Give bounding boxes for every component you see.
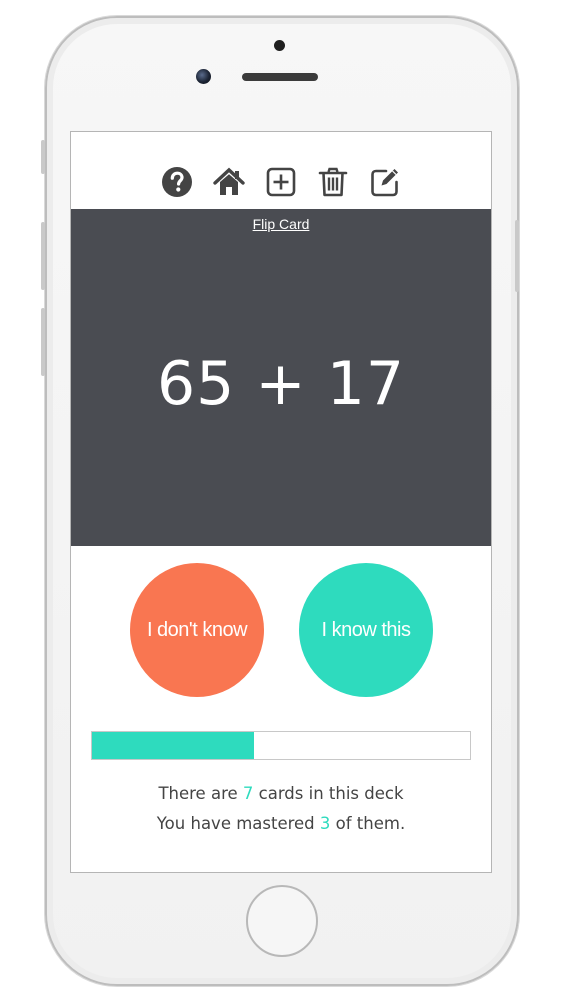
card-count-value: 7 (242, 784, 254, 803)
flashcard[interactable]: Flip Card 65 + 17 (71, 209, 491, 546)
card-count-prefix: There are (158, 784, 243, 803)
side-button-power (515, 220, 519, 292)
mastery-progress-bar (91, 731, 471, 760)
proximity-sensor (274, 40, 285, 51)
know-this-button[interactable]: I know this (299, 563, 433, 697)
front-camera (196, 69, 211, 84)
add-icon[interactable] (264, 165, 298, 199)
trash-icon[interactable] (316, 165, 350, 199)
earpiece-speaker (242, 73, 318, 81)
card-count-suffix: cards in this deck (253, 784, 404, 803)
dont-know-button[interactable]: I don't know (130, 563, 264, 697)
toolbar (71, 162, 491, 202)
flip-card-link[interactable]: Flip Card (71, 216, 491, 232)
side-button-volume-up (41, 222, 45, 290)
side-button-mute (41, 140, 45, 174)
progress-fill (92, 732, 254, 759)
help-icon[interactable] (160, 165, 194, 199)
mastered-suffix: of them. (330, 814, 406, 833)
deck-stats: There are 7 cards in this deck You have … (71, 779, 491, 839)
card-question: 65 + 17 (156, 349, 406, 419)
card-count-line: There are 7 cards in this deck (71, 779, 491, 809)
home-button[interactable] (246, 885, 318, 957)
mastered-prefix: You have mastered (156, 814, 320, 833)
side-button-volume-down (41, 308, 45, 376)
home-icon[interactable] (212, 165, 246, 199)
edit-icon[interactable] (368, 165, 402, 199)
mastered-count-value: 3 (319, 814, 331, 833)
mastered-line: You have mastered 3 of them. (71, 809, 491, 839)
app-screen: Flip Card 65 + 17 I don't know I know th… (70, 131, 492, 873)
